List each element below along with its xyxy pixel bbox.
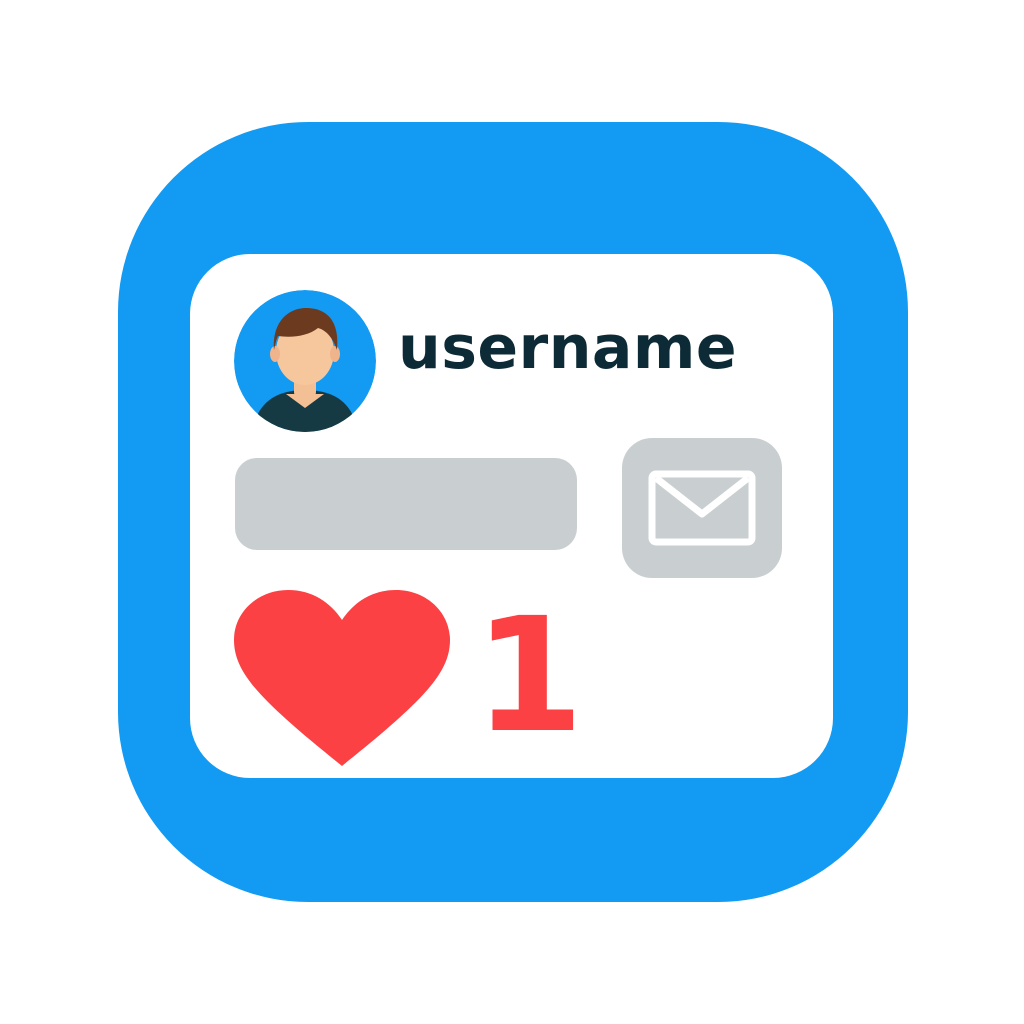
like-count: 1 — [474, 584, 584, 768]
app-icon-frame: username 1 — [118, 122, 908, 902]
mail-button[interactable] — [622, 438, 782, 578]
user-avatar-icon — [234, 290, 376, 432]
envelope-icon — [648, 470, 756, 546]
message-input[interactable] — [235, 458, 577, 550]
avatar[interactable] — [234, 290, 376, 432]
heart-icon[interactable] — [234, 590, 450, 770]
username-label: username — [398, 313, 738, 383]
profile-card: username 1 — [190, 254, 833, 778]
